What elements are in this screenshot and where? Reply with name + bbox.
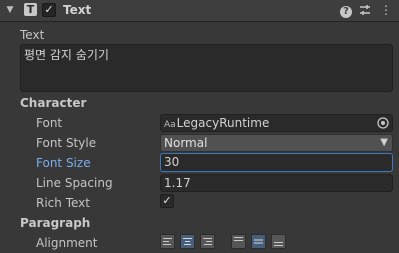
align-center-button[interactable] — [180, 234, 195, 249]
alignment-label: Alignment — [36, 236, 98, 250]
align-right-icon — [203, 238, 212, 245]
font-size-label: Font Size — [36, 156, 91, 170]
font-style-dropdown[interactable]: Normal ▼ — [160, 134, 393, 152]
font-value: LegacyRuntime — [176, 116, 270, 130]
text-label: Text — [20, 28, 45, 42]
align-left-icon — [163, 238, 172, 245]
line-spacing-label: Line Spacing — [36, 176, 113, 190]
align-right-button[interactable] — [200, 234, 215, 249]
checkmark-icon: ✓ — [162, 194, 172, 207]
font-style-value: Normal — [164, 136, 208, 150]
align-middle-icon — [254, 239, 263, 244]
align-top-button[interactable] — [231, 234, 246, 249]
rich-text-checkbox[interactable]: ✓ — [160, 194, 174, 208]
rich-text-label: Rich Text — [36, 196, 90, 210]
context-menu-icon[interactable]: ⋮ — [379, 3, 393, 17]
component-enabled-checkbox[interactable]: ✓ — [42, 3, 56, 17]
checkmark-icon: ✓ — [44, 3, 54, 16]
presets-icon[interactable] — [358, 3, 372, 17]
align-bottom-icon — [274, 242, 283, 246]
object-picker-icon[interactable] — [376, 116, 390, 130]
character-heading: Character — [20, 96, 87, 110]
align-center-icon — [183, 238, 192, 245]
font-style-label: Font Style — [36, 136, 97, 150]
foldout-arrow-icon[interactable]: ▼ — [4, 3, 16, 17]
line-spacing-input[interactable]: 1.17 — [160, 174, 393, 192]
font-asset-icon: Aa — [164, 120, 176, 130]
align-bottom-button[interactable] — [271, 234, 286, 249]
align-left-button[interactable] — [160, 234, 175, 249]
align-middle-button[interactable] — [251, 234, 266, 249]
help-icon[interactable]: ? — [339, 3, 353, 18]
text-input-area[interactable]: 평면 감지 숨기기 — [20, 44, 393, 92]
font-label: Font — [36, 116, 63, 130]
align-top-icon — [234, 237, 243, 241]
text-component-icon: T — [24, 3, 37, 16]
font-size-input[interactable]: 30 — [160, 153, 393, 172]
component-title: Text — [63, 3, 92, 17]
paragraph-heading: Paragraph — [20, 216, 91, 230]
dropdown-arrow-icon: ▼ — [380, 137, 388, 148]
font-object-field[interactable]: AaLegacyRuntime — [160, 114, 393, 132]
